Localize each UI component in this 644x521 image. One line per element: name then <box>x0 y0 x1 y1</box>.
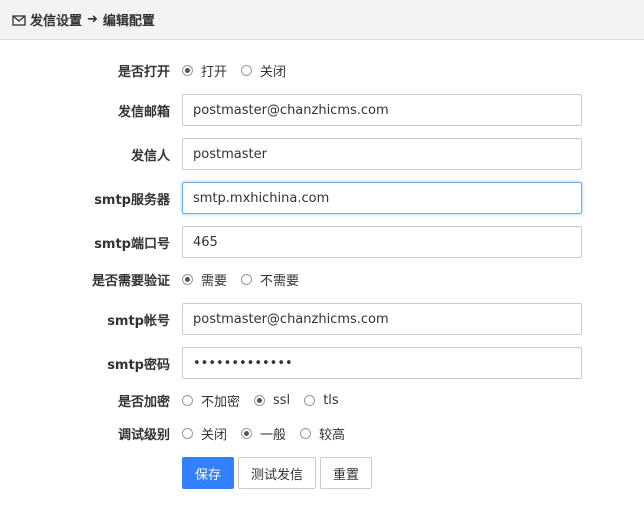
smtp-username-label: smtp帐号 <box>107 313 170 329</box>
save-button[interactable]: 保存 <box>182 457 234 489</box>
smtp-port-label: smtp端口号 <box>94 236 170 252</box>
from-email-label: 发信邮箱 <box>117 104 170 120</box>
radio-label: 不需要 <box>260 273 300 289</box>
smtp-password-input[interactable] <box>182 347 582 379</box>
radio-checked-icon[interactable] <box>241 427 253 439</box>
turnon-row: 是否打开 打开 关闭 <box>0 58 644 82</box>
smtp-host-label: smtp服务器 <box>94 192 170 208</box>
auth-radio-group: 需要 不需要 <box>182 270 313 289</box>
secure-option-ssl[interactable]: ssl <box>254 393 290 408</box>
debug-radio-group: 关闭 一般 较高 <box>182 424 359 443</box>
from-name-row: 发信人 <box>0 138 644 170</box>
arrow-right-icon: ➜ <box>87 12 98 27</box>
secure-option-none[interactable]: 不加密 <box>182 391 240 410</box>
radio-unchecked-icon[interactable] <box>241 64 253 76</box>
smtp-port-input[interactable] <box>182 226 582 258</box>
secure-label: 是否加密 <box>117 394 170 410</box>
radio-label: 较高 <box>319 427 346 443</box>
radio-label: 打开 <box>201 64 228 80</box>
auth-row: 是否需要验证 需要 不需要 <box>0 267 644 291</box>
from-name-label: 发信人 <box>130 148 170 164</box>
debug-label: 调试级别 <box>117 427 170 443</box>
turnon-radio-group: 打开 关闭 <box>182 61 300 80</box>
secure-radio-group: 不加密 ssl tls <box>182 391 353 410</box>
radio-label: 不加密 <box>201 394 241 410</box>
radio-label: 关闭 <box>201 427 228 443</box>
radio-label: 一般 <box>260 427 287 443</box>
smtp-username-row: smtp帐号 <box>0 303 644 335</box>
debug-option-high[interactable]: 较高 <box>300 424 345 443</box>
from-email-input[interactable] <box>182 94 582 126</box>
radio-unchecked-icon[interactable] <box>300 427 312 439</box>
radio-unchecked-icon[interactable] <box>304 394 316 406</box>
radio-unchecked-icon[interactable] <box>182 394 193 406</box>
debug-row: 调试级别 关闭 一般 较高 <box>0 421 644 445</box>
auth-label: 是否需要验证 <box>91 273 170 289</box>
debug-option-normal[interactable]: 一般 <box>241 424 286 443</box>
smtp-host-input[interactable] <box>182 182 582 214</box>
turnon-option-off[interactable]: 关闭 <box>241 61 286 80</box>
breadcrumb-title[interactable]: 发信设置 <box>30 10 82 29</box>
auth-option-required[interactable]: 需要 <box>182 270 227 289</box>
radio-label: ssl <box>273 392 291 408</box>
smtp-port-row: smtp端口号 <box>0 226 644 258</box>
turnon-option-on[interactable]: 打开 <box>182 61 227 80</box>
reset-button[interactable]: 重置 <box>320 457 372 489</box>
panel-header: 发信设置 ➜ 编辑配置 <box>0 0 644 40</box>
smtp-username-input[interactable] <box>182 303 582 335</box>
radio-checked-icon[interactable] <box>182 64 193 76</box>
smtp-password-label: smtp密码 <box>107 357 170 373</box>
radio-unchecked-icon[interactable] <box>182 427 193 439</box>
radio-checked-icon[interactable] <box>254 394 266 406</box>
smtp-host-row: smtp服务器 <box>0 182 644 214</box>
radio-label: 关闭 <box>260 64 287 80</box>
debug-option-off[interactable]: 关闭 <box>182 424 227 443</box>
from-email-row: 发信邮箱 <box>0 94 644 126</box>
test-send-button[interactable]: 测试发信 <box>238 457 316 489</box>
breadcrumb-subtitle: 编辑配置 <box>102 14 155 29</box>
radio-checked-icon[interactable] <box>182 273 193 285</box>
radio-label: 需要 <box>201 273 228 289</box>
from-name-input[interactable] <box>182 138 582 170</box>
envelope-icon <box>12 14 26 26</box>
auth-option-not-required[interactable]: 不需要 <box>241 270 299 289</box>
secure-row: 是否加密 不加密 ssl tls <box>0 388 644 412</box>
radio-unchecked-icon[interactable] <box>241 273 253 285</box>
turnon-label: 是否打开 <box>117 64 170 80</box>
smtp-password-row: smtp密码 <box>0 347 644 379</box>
secure-option-tls[interactable]: tls <box>304 392 339 408</box>
radio-label: tls <box>323 392 339 408</box>
